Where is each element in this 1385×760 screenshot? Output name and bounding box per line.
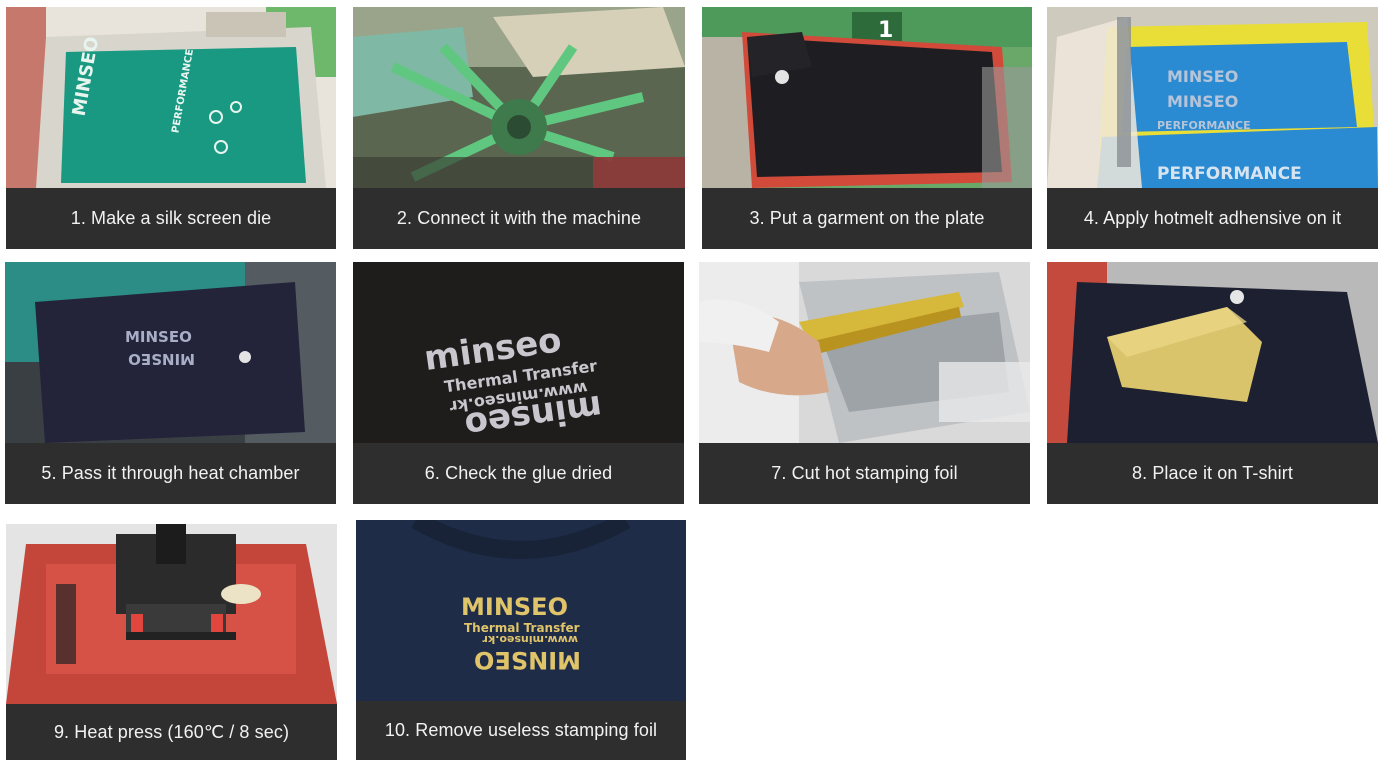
gold-print-text-10b: Thermal Transfer — [464, 621, 580, 635]
step-card-1: MINSEO PERFORMANCE 1. Make a silk screen… — [6, 7, 336, 249]
step-card-3: 1 3. Put a garment on the plate — [702, 7, 1032, 249]
step-caption-3: 3. Put a garment on the plate — [702, 188, 1032, 249]
step-caption-5: 5. Pass it through heat chamber — [5, 443, 336, 504]
step-caption-9: 9. Heat press (160℃ / 8 sec) — [6, 704, 337, 760]
tshirt-print-text-5b: MINSEO — [128, 350, 195, 368]
step-caption-8: 8. Place it on T-shirt — [1047, 443, 1378, 504]
step-photo-10: MINSEO Thermal Transfer www.minseo.kr MI… — [356, 520, 686, 701]
step-caption-1: 1. Make a silk screen die — [6, 188, 336, 249]
gold-print-text-10c: www.minseo.kr — [482, 633, 578, 646]
step-caption-10: 10. Remove useless stamping foil — [356, 701, 686, 760]
gold-print-text-10a: MINSEO — [461, 593, 568, 621]
step-card-8: 8. Place it on T-shirt — [1047, 262, 1378, 504]
step-photo-3: 1 — [702, 7, 1032, 188]
step-photo-4: MINSEO MINSEO PERFORMANCE PERFORMANCE — [1047, 7, 1378, 188]
step-card-10: MINSEO Thermal Transfer www.minseo.kr MI… — [356, 520, 686, 760]
screen-print-text-4a: MINSEO — [1167, 67, 1238, 86]
step-caption-6: 6. Check the glue dried — [353, 443, 684, 504]
step-card-4: MINSEO MINSEO PERFORMANCE PERFORMANCE 4.… — [1047, 7, 1378, 249]
step-caption-2: 2. Connect it with the machine — [353, 188, 685, 249]
screen-print-text-4c: PERFORMANCE — [1157, 119, 1251, 132]
step-photo-5: MINSEO MINSEO — [5, 262, 336, 443]
step-card-2: 2. Connect it with the machine — [353, 7, 685, 249]
screen-print-text-4d: PERFORMANCE — [1157, 164, 1302, 184]
step-photo-8 — [1047, 262, 1378, 443]
step-card-6: minseo Thermal Transfer www.minseo.kr mi… — [353, 262, 684, 504]
plate-number: 1 — [878, 18, 893, 43]
step-card-9: 9. Heat press (160℃ / 8 sec) — [6, 524, 337, 760]
step-photo-6: minseo Thermal Transfer www.minseo.kr mi… — [353, 262, 684, 443]
step-photo-1: MINSEO PERFORMANCE — [6, 7, 336, 188]
step-caption-4: 4. Apply hotmelt adhensive on it — [1047, 188, 1378, 249]
step-card-5: MINSEO MINSEO 5. Pass it through heat ch… — [5, 262, 336, 504]
step-card-7: 7. Cut hot stamping foil — [699, 262, 1030, 504]
screen-print-text-4b: MINSEO — [1167, 92, 1238, 111]
tshirt-print-text-5a: MINSEO — [125, 328, 192, 346]
gold-print-text-10d: MINSEO — [474, 646, 581, 674]
step-photo-9 — [6, 524, 337, 704]
step-photo-7 — [699, 262, 1030, 443]
step-photo-2 — [353, 7, 685, 188]
step-caption-7: 7. Cut hot stamping foil — [699, 443, 1030, 504]
